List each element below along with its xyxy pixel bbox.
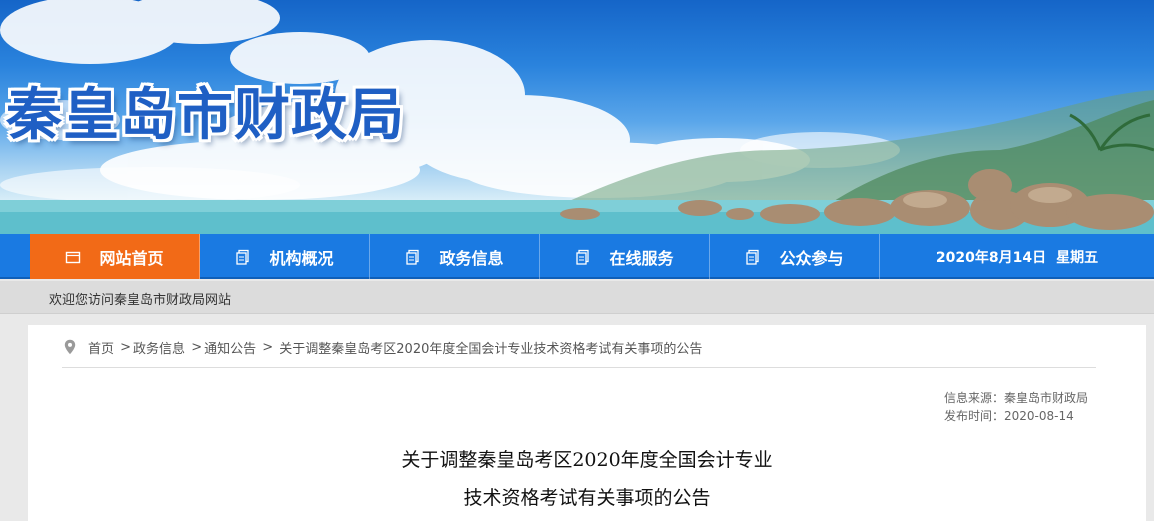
breadcrumb-government-info[interactable]: 政务信息: [133, 338, 185, 357]
document-icon: [746, 249, 760, 265]
welcome-text: 欢迎您访问秦皇岛市财政局网站: [49, 293, 232, 308]
nav-label: 政务信息: [439, 248, 504, 268]
nav-label: 公众参与: [779, 248, 844, 268]
breadcrumb-separator: >: [258, 339, 278, 355]
welcome-bar: 欢迎您访问秦皇岛市财政局网站: [0, 281, 1154, 314]
home-icon: [66, 251, 81, 263]
site-title: 秦皇岛市财政局: [6, 83, 405, 148]
content-panel: 首页 > 政务信息 > 通知公告 > 关于调整秦皇岛考区2020年度全国会计专业…: [28, 325, 1146, 521]
nav-item-government-info[interactable]: 政务信息: [370, 234, 540, 279]
breadcrumb-separator: >: [187, 339, 203, 355]
nav-item-online-service[interactable]: 在线服务: [540, 234, 710, 279]
article-title-line-2: 技术资格考试有关事项的公告: [463, 487, 711, 509]
weekday-text: 星期五: [1056, 249, 1099, 266]
article-title-line-1: 关于调整秦皇岛考区2020年度全国会计专业: [401, 449, 773, 471]
article-source: 信息来源：秦皇岛市财政局: [944, 391, 1089, 405]
document-icon: [236, 249, 250, 265]
location-pin-icon: [64, 339, 76, 355]
breadcrumb: 首页 > 政务信息 > 通知公告 > 关于调整秦皇岛考区2020年度全国会计专业…: [64, 337, 702, 357]
nav-item-public-participation[interactable]: 公众参与: [710, 234, 880, 279]
article-publish-time: 发布时间：2020-08-14: [944, 409, 1074, 423]
nav-label: 在线服务: [609, 248, 674, 268]
breadcrumb-home[interactable]: 首页: [88, 338, 114, 357]
nav-item-organization[interactable]: 机构概况: [200, 234, 370, 279]
article-meta: 信息来源：秦皇岛市财政局 发布时间：2020-08-14: [944, 389, 1088, 425]
nav-label: 机构概况: [269, 248, 334, 268]
breadcrumb-notices[interactable]: 通知公告: [204, 338, 256, 357]
breadcrumb-separator: >: [116, 339, 132, 355]
main-nav: 网站首页 机构概况 政务信息 在线服务 公众参与 2020年8月14日 星期五: [0, 234, 1154, 279]
document-icon: [406, 249, 420, 265]
divider: [62, 367, 1096, 368]
nav-label: 网站首页: [99, 248, 164, 268]
header-banner: 秦皇岛市财政局: [0, 0, 1154, 234]
nav-item-home[interactable]: 网站首页: [30, 234, 200, 279]
article-title: 关于调整秦皇岛考区2020年度全国会计专业 技术资格考试有关事项的公告: [28, 441, 1146, 517]
document-icon: [576, 249, 590, 265]
date-text: 2020年8月14日: [935, 249, 1047, 266]
nav-date: 2020年8月14日 星期五: [880, 234, 1154, 279]
breadcrumb-current[interactable]: 关于调整秦皇岛考区2020年度全国会计专业技术资格考试有关事项的公告: [279, 338, 702, 357]
